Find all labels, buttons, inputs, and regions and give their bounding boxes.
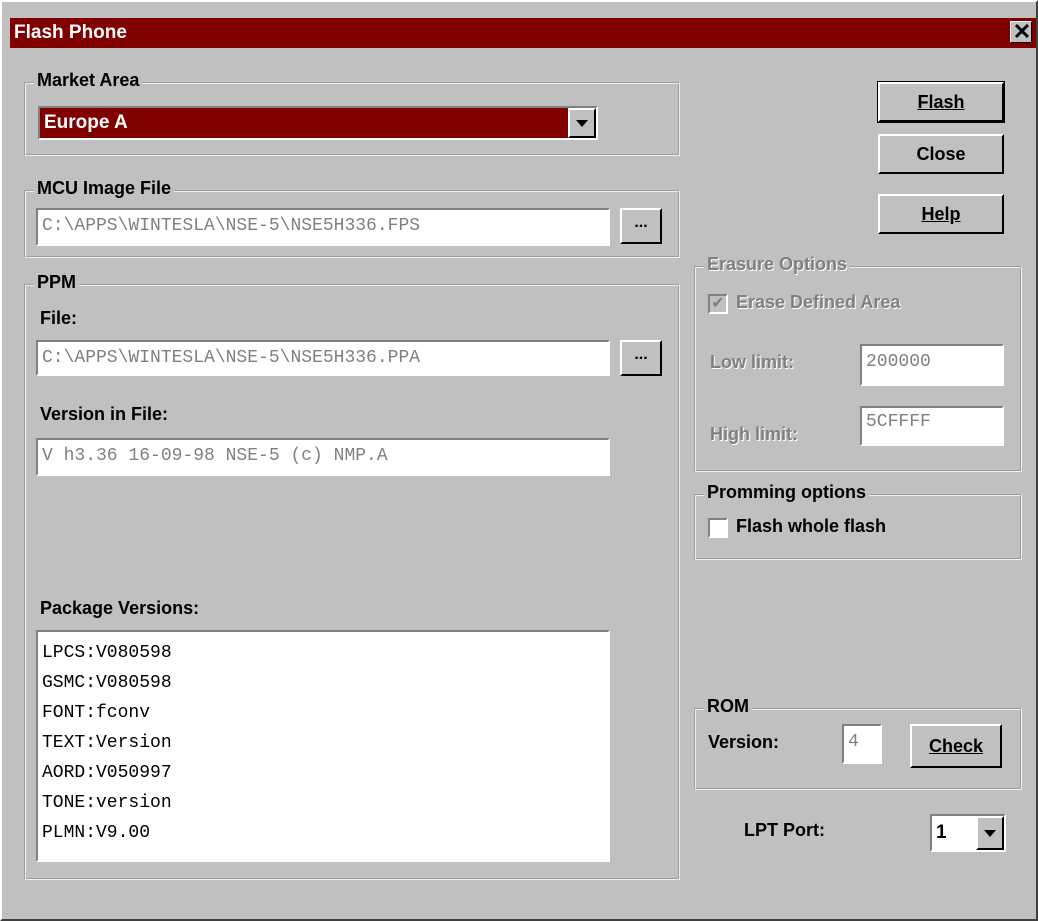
erase-defined-area-label: Erase Defined Area bbox=[736, 292, 901, 312]
rom-version-label: Version: bbox=[708, 732, 780, 752]
help-button-label: Help bbox=[921, 204, 961, 224]
market-area-label: Market Area bbox=[34, 70, 143, 91]
mcu-image-browse-button[interactable]: ... bbox=[620, 208, 662, 244]
ppm-browse-button[interactable]: ... bbox=[620, 340, 662, 376]
lpt-port-dropdown-button[interactable] bbox=[976, 816, 1004, 850]
promming-options-label: Promming options bbox=[704, 482, 869, 503]
low-limit-field[interactable]: 200000 bbox=[860, 344, 1004, 386]
close-window-button[interactable]: ✕ bbox=[1010, 19, 1032, 44]
title-bar: Flash Phone ✕ bbox=[10, 18, 1036, 48]
help-button[interactable]: Help bbox=[878, 194, 1004, 234]
market-area-dropdown-button[interactable] bbox=[568, 108, 596, 138]
ppm-file-path-field[interactable]: C:\APPS\WINTESLA\NSE-5\NSE5H336.PPA bbox=[36, 340, 610, 376]
erase-defined-area-checkbox[interactable]: ✔ bbox=[708, 294, 728, 314]
flash-phone-dialog: Flash Phone ✕ Market Area Europe A MCU I… bbox=[0, 0, 1038, 921]
low-limit-label: Low limit: bbox=[710, 352, 794, 372]
package-version-item[interactable]: TONE:version bbox=[42, 788, 604, 818]
package-version-item[interactable]: TEXT:Version bbox=[42, 728, 604, 758]
window-title: Flash Phone bbox=[14, 22, 127, 43]
package-version-item[interactable]: FONT:fconv bbox=[42, 698, 604, 728]
lpt-port-label: LPT Port: bbox=[744, 820, 825, 840]
flash-whole-flash-label: Flash whole flash bbox=[736, 516, 887, 536]
package-versions-list[interactable]: LPCS:V080598 GSMC:V080598 FONT:fconv TEXT:V… bbox=[36, 630, 610, 862]
version-in-file-field[interactable]: V h3.36 16-09-98 NSE-5 (c) NMP.A bbox=[36, 438, 610, 476]
version-in-file-label: Version in File: bbox=[40, 404, 169, 424]
rom-label: ROM bbox=[704, 696, 752, 717]
flash-button[interactable]: Flash bbox=[877, 81, 1005, 123]
flash-whole-flash-checkbox[interactable] bbox=[708, 518, 728, 538]
close-button[interactable]: Close bbox=[878, 134, 1004, 174]
package-version-item[interactable]: LPCS:V080598 bbox=[42, 638, 604, 668]
checkmark-icon: ✔ bbox=[711, 295, 725, 312]
high-limit-label: High limit: bbox=[710, 424, 798, 444]
package-versions-label: Package Versions: bbox=[40, 598, 200, 618]
chevron-down-icon bbox=[576, 120, 588, 127]
high-limit-field[interactable]: 5CFFFF bbox=[860, 406, 1004, 446]
lpt-port-select[interactable]: 1 bbox=[930, 814, 1006, 852]
lpt-port-value: 1 bbox=[932, 816, 976, 850]
mcu-image-label: MCU Image File bbox=[34, 178, 175, 199]
flash-button-label: Flash bbox=[917, 92, 965, 112]
erasure-options-label: Erasure Options bbox=[704, 254, 851, 275]
package-version-item[interactable]: PLMN:V9.00 bbox=[42, 818, 604, 848]
rom-version-field[interactable]: 4 bbox=[842, 724, 882, 764]
ppm-file-label: File: bbox=[40, 308, 78, 328]
rom-check-button[interactable]: Check bbox=[910, 724, 1002, 768]
ppm-label: PPM bbox=[34, 272, 80, 293]
rom-check-label: Check bbox=[928, 736, 984, 756]
close-icon: ✕ bbox=[1012, 19, 1032, 44]
package-version-item[interactable]: AORD:V050997 bbox=[42, 758, 604, 788]
package-version-item[interactable]: GSMC:V080598 bbox=[42, 668, 604, 698]
mcu-image-path-field[interactable]: C:\APPS\WINTESLA\NSE-5\NSE5H336.FPS bbox=[36, 208, 610, 246]
chevron-down-icon bbox=[984, 830, 996, 837]
market-area-value: Europe A bbox=[40, 108, 568, 138]
market-area-select[interactable]: Europe A bbox=[38, 106, 598, 140]
